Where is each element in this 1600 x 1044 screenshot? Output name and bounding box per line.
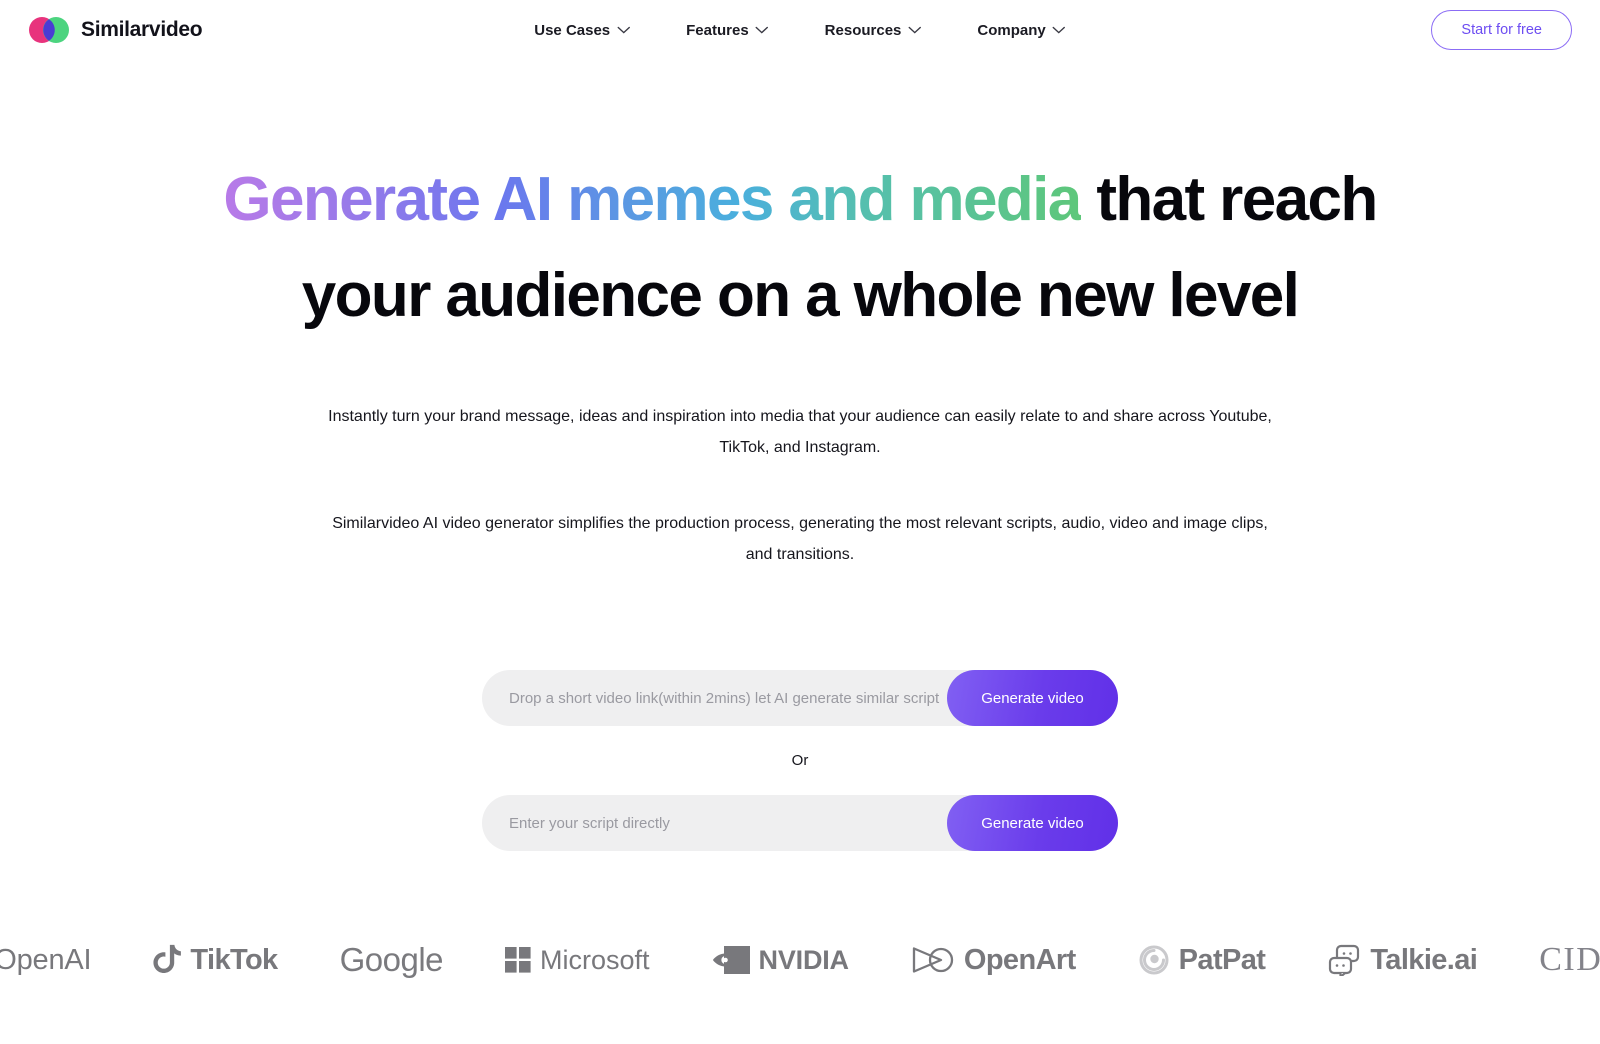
logo-openai: OpenAI xyxy=(0,937,92,983)
nvidia-icon xyxy=(712,946,750,974)
start-for-free-button[interactable]: Start for free xyxy=(1431,10,1572,50)
nav-item-company[interactable]: Company xyxy=(977,21,1066,39)
logo-tiktok: TikTok xyxy=(153,937,278,983)
logo-openart: OpenArt xyxy=(911,937,1076,983)
generate-video-button-link[interactable]: Generate video xyxy=(947,670,1118,726)
patpat-icon xyxy=(1138,944,1170,976)
video-link-input-row: Generate video xyxy=(482,670,1118,726)
logo-google: Google xyxy=(339,937,444,983)
nav-item-features[interactable]: Features xyxy=(686,22,769,39)
hero-subtitles: Instantly turn your brand message, ideas… xyxy=(0,401,1600,570)
hero-section: Generate AI memes and media that reach y… xyxy=(0,60,1600,983)
nav-item-label: Use Cases xyxy=(534,21,611,39)
headline-gradient-part: Generate AI memes and media xyxy=(223,165,1082,234)
logo-microsoft: Microsoft xyxy=(505,937,650,983)
page-title: Generate AI memes and media that reach y… xyxy=(165,152,1435,344)
chevron-down-icon xyxy=(755,26,769,34)
generate-form: Generate video Or Generate video xyxy=(0,670,1600,851)
partner-logo-strip: OpenAI TikTok Google Microsoft NVIDIA Op… xyxy=(0,937,1600,983)
openart-icon xyxy=(911,947,955,973)
nav-item-resources[interactable]: Resources xyxy=(825,22,922,39)
chevron-down-icon xyxy=(908,26,922,34)
hero-subtitle-1: Instantly turn your brand message, ideas… xyxy=(328,408,1272,456)
nav-item-use-cases[interactable]: Use Cases xyxy=(534,22,630,39)
logo-label: Microsoft xyxy=(540,944,650,975)
generate-video-button-script[interactable]: Generate video xyxy=(947,795,1118,851)
nav-item-label: Resources xyxy=(824,21,902,39)
overlapping-circles-logo-icon xyxy=(28,17,70,43)
nav-item-label: Company xyxy=(977,21,1046,39)
nav-item-label: Features xyxy=(686,21,749,39)
logo-label: Talkie.ai xyxy=(1370,943,1478,976)
logo-label: PatPat xyxy=(1178,943,1266,976)
chevron-down-icon xyxy=(617,26,630,34)
main-navigation: Use Cases Features Resources Company xyxy=(534,21,1066,39)
chevron-down-icon xyxy=(1053,26,1066,34)
logo-patpat: PatPat xyxy=(1138,937,1266,983)
script-input-row: Generate video xyxy=(482,795,1118,851)
logo-label: CIDER xyxy=(1539,941,1600,978)
tiktok-icon xyxy=(153,944,182,976)
brand-name: Similarvideo xyxy=(81,18,203,41)
logo-label: NVIDIA xyxy=(758,944,850,975)
logo-label: TikTok xyxy=(190,943,278,976)
hero-subtitle-2: Similarvideo AI video generator simplifi… xyxy=(332,515,1268,563)
microsoft-icon xyxy=(505,947,531,973)
logo-label: OpenArt xyxy=(963,943,1076,976)
logo-nvidia: NVIDIA xyxy=(712,937,849,983)
brand-logo[interactable]: Similarvideo xyxy=(28,17,203,43)
logo-talkie: Talkie.ai xyxy=(1327,937,1478,983)
logo-cider: CIDER xyxy=(1539,937,1600,983)
form-divider-label: Or xyxy=(791,752,809,769)
site-header: Similarvideo Use Cases Features Resource… xyxy=(0,0,1600,60)
talkie-icon xyxy=(1327,944,1361,976)
logo-label: Google xyxy=(339,941,444,978)
logo-label: OpenAI xyxy=(0,943,92,976)
